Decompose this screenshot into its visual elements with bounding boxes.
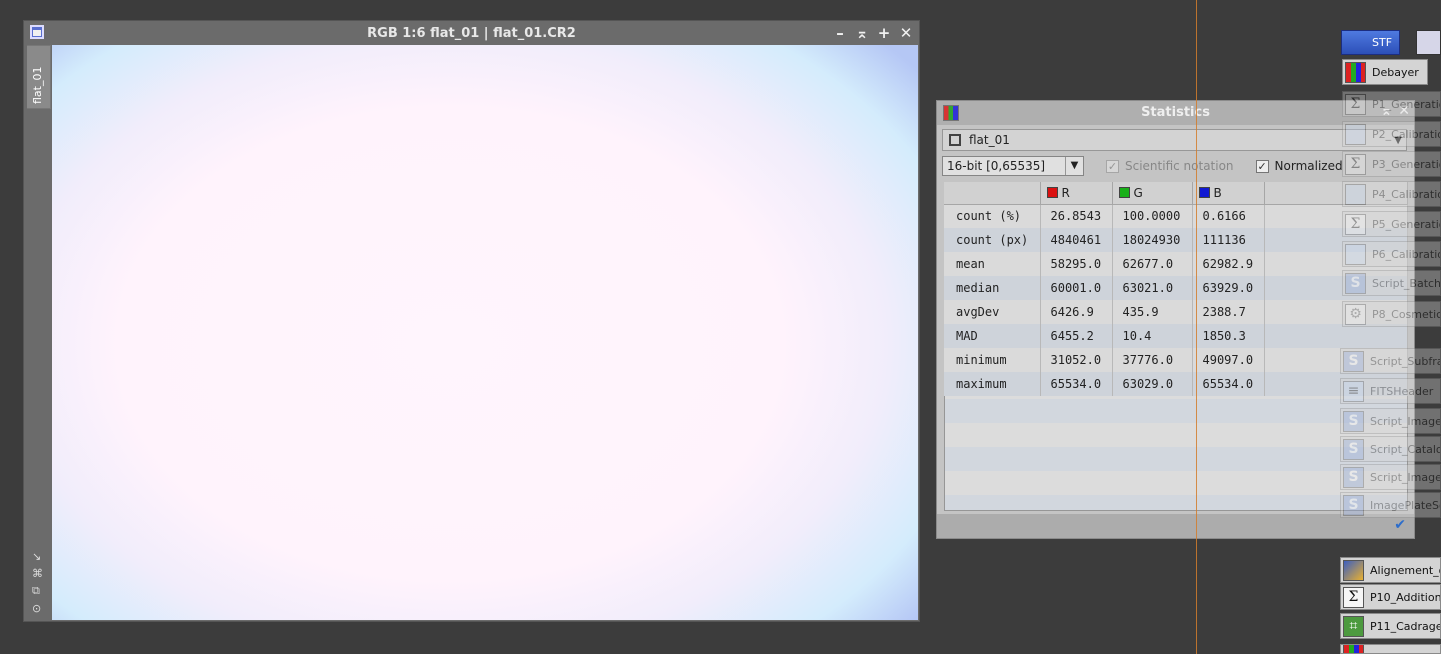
sum-icon: Σ: [1345, 213, 1366, 235]
header-blank: [944, 182, 1041, 205]
calibration-icon: [1345, 183, 1366, 205]
header-b[interactable]: B: [1192, 182, 1265, 205]
script-icon: S: [1343, 410, 1364, 432]
red-swatch: [1046, 186, 1058, 198]
check-icon: ✓: [1106, 159, 1119, 173]
debayer-icon: [1345, 61, 1366, 83]
table-row[interactable]: count (px) 4840461 18024930 111136: [944, 228, 1408, 252]
sum-icon: Σ: [1345, 93, 1366, 115]
calibration-icon: [1345, 243, 1366, 265]
process-icon-fitsheader[interactable]: ≡ FITSHeader: [1340, 378, 1441, 404]
link-icon[interactable]: ⧉: [32, 584, 43, 598]
view-selector[interactable]: flat_01 ▼: [942, 129, 1407, 151]
target-icon[interactable]: ⊙: [32, 602, 43, 615]
view-selector-value: flat_01: [969, 133, 1010, 147]
script-icon: S: [1343, 438, 1364, 460]
star-alignment-icon: [1343, 559, 1364, 581]
green-swatch: [1118, 186, 1130, 198]
flat-image[interactable]: [52, 45, 918, 620]
resize-icon[interactable]: ↘: [32, 550, 43, 563]
crop-icon: ⌗: [1343, 615, 1364, 637]
table-row[interactable]: count (%) 26.8543 100.0000 0.6166: [944, 204, 1408, 228]
blue-swatch: [1198, 186, 1210, 198]
scientific-notation-label: Scientific notation: [1125, 159, 1234, 173]
process-icon-p6[interactable]: P6_Calibration: [1342, 241, 1441, 267]
histogram-process-icon[interactable]: [1416, 30, 1441, 55]
table-row[interactable]: MAD 6455.2 10.4 1850.3: [944, 324, 1408, 348]
check-icon: ✓: [1255, 159, 1269, 173]
gear-icon: ⚙: [1345, 303, 1366, 325]
scientific-notation-checkbox[interactable]: ✓ Scientific notation: [1106, 159, 1234, 173]
view-side-tools: ↘ ⌘ ⧉ ⊙: [32, 550, 43, 615]
fits-header-icon: ≡: [1343, 380, 1364, 402]
process-icon-p11[interactable]: ⌗ P11_Cadrage_: [1340, 613, 1441, 639]
process-icon-p5[interactable]: ΣP5_Generation: [1342, 211, 1441, 237]
process-icon-p1[interactable]: Σ P1_Generatio: [1342, 91, 1441, 117]
mask-icon[interactable]: ⌘: [32, 567, 43, 580]
stf-process-icon[interactable]: STF: [1341, 30, 1400, 55]
script-icon: S: [1343, 350, 1364, 372]
script-icon: S: [1343, 466, 1364, 488]
header-r[interactable]: R: [1040, 182, 1113, 205]
image-window[interactable]: RGB 1:6 flat_01 | flat_01.CR2 – ⌅ + ✕ fl…: [23, 20, 920, 622]
sum-icon: Σ: [1345, 153, 1366, 175]
process-icon-plate-solve[interactable]: SImagePlateSolve: [1340, 492, 1441, 518]
table-row[interactable]: maximum 65534.0 63029.0 65534.0: [944, 372, 1408, 396]
shade-button[interactable]: ⌅: [853, 24, 871, 42]
bit-depth-select[interactable]: 16-bit [0,65535] ▼: [942, 156, 1084, 176]
close-button[interactable]: ✕: [897, 24, 915, 42]
table-row[interactable]: avgDev 6426.9 435.9 2388.7: [944, 300, 1408, 324]
guide-line: [1196, 0, 1197, 654]
process-icon-subframe[interactable]: SScript_Subframe: [1340, 348, 1441, 374]
chevron-down-icon[interactable]: ▼: [1065, 157, 1083, 175]
process-icon-script-image-p[interactable]: SScript_Image_P: [1340, 464, 1441, 490]
maximize-button[interactable]: +: [875, 24, 893, 42]
script-icon: S: [1345, 272, 1366, 294]
view-icon: [949, 134, 961, 146]
image-window-title: RGB 1:6 flat_01 | flat_01.CR2: [367, 25, 576, 41]
script-icon: S: [1343, 494, 1364, 516]
grid-icon: [1343, 645, 1364, 653]
process-icon-p3[interactable]: ΣP3_Generation: [1342, 151, 1441, 177]
process-icon-script-batch[interactable]: SScript_Batch_P: [1342, 270, 1441, 296]
minimize-button[interactable]: –: [831, 24, 849, 42]
normalized-checkbox[interactable]: ✓ Normalized: [1255, 159, 1343, 173]
table-row[interactable]: minimum 31052.0 37776.0 49097.0: [944, 348, 1408, 372]
sum-icon: Σ: [1343, 586, 1364, 608]
process-icon-script-catalog[interactable]: SScript_Catalog_: [1340, 436, 1441, 462]
view-tab-label: flat_01: [31, 66, 44, 104]
view-tab[interactable]: flat_01: [27, 45, 51, 109]
process-icon-partial[interactable]: [1340, 644, 1441, 654]
process-icon-alignement[interactable]: Alignement_ov: [1340, 557, 1441, 583]
normalized-label: Normalized: [1274, 159, 1343, 173]
bit-depth-value: 16-bit [0,65535]: [947, 159, 1046, 173]
process-icon-p8[interactable]: ⚙P8_Cosmetic_C: [1342, 301, 1441, 327]
process-icon-p2[interactable]: P2_Calibration: [1342, 121, 1441, 147]
process-icon-p4[interactable]: P4_Calibration: [1342, 181, 1441, 207]
table-row[interactable]: mean 58295.0 62677.0 62982.9: [944, 252, 1408, 276]
calibration-icon: [1345, 123, 1366, 145]
image-window-titlebar[interactable]: RGB 1:6 flat_01 | flat_01.CR2 – ⌅ + ✕: [24, 21, 919, 45]
process-icon-script-image-f[interactable]: SScript_Image_F: [1340, 408, 1441, 434]
process-icon-p10[interactable]: Σ P10_Addition_: [1340, 584, 1441, 610]
header-g[interactable]: G: [1112, 182, 1193, 205]
statistics-table: R G B count (%) 26.8543 100.0000 0.6166 cou…: [944, 182, 1408, 396]
table-row[interactable]: median 60001.0 63021.0 63929.0: [944, 276, 1408, 300]
debayer-process-icon[interactable]: Debayer: [1342, 59, 1428, 85]
checkmark-icon[interactable]: ✔: [1394, 517, 1406, 533]
